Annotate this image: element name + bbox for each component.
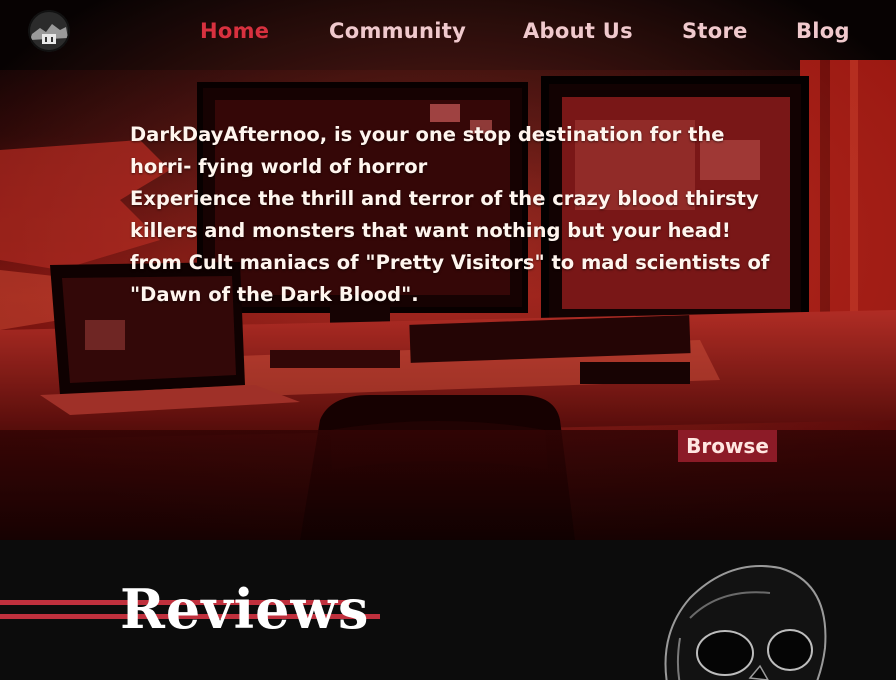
intro-paragraph-2: Experience the thrill and terror of the … [130, 187, 770, 306]
nav-about-us-link[interactable]: About Us [523, 14, 633, 48]
hero-intro-text: DarkDayAfternoo, is your one stop destin… [130, 119, 780, 311]
nav-store-link[interactable]: Store [682, 14, 748, 48]
nav-blog-link[interactable]: Blog [796, 14, 850, 48]
reviews-section: Reviews [0, 540, 896, 680]
main-nav: Home Community About Us Store Blog [0, 14, 896, 50]
nav-community-link[interactable]: Community [329, 14, 466, 48]
intro-paragraph-1: DarkDayAfternoo, is your one stop destin… [130, 123, 725, 178]
reviews-heading: Reviews [120, 577, 370, 641]
nav-home-link[interactable]: Home [200, 14, 269, 48]
browse-button[interactable]: Browse [678, 430, 777, 462]
skull-icon [664, 565, 827, 680]
hero-section: Home Community About Us Store Blog DarkD… [0, 0, 896, 540]
